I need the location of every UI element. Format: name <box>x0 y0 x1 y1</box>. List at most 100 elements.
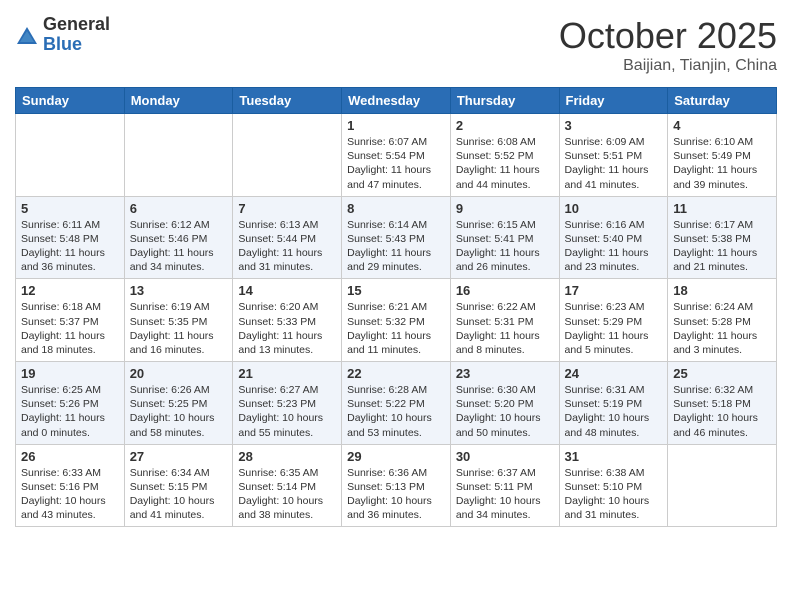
title-block: October 2025 Baijian, Tianjin, China <box>559 15 777 75</box>
day-info: Sunrise: 6:27 AM Sunset: 5:23 PM Dayligh… <box>238 383 336 440</box>
day-number: 24 <box>565 366 663 381</box>
day-info: Sunrise: 6:23 AM Sunset: 5:29 PM Dayligh… <box>565 300 663 357</box>
day-number: 14 <box>238 283 336 298</box>
day-number: 16 <box>456 283 554 298</box>
day-number: 13 <box>130 283 228 298</box>
day-info: Sunrise: 6:35 AM Sunset: 5:14 PM Dayligh… <box>238 466 336 523</box>
day-header-thursday: Thursday <box>450 88 559 114</box>
calendar-cell: 31 Sunrise: 6:38 AM Sunset: 5:10 PM Dayli… <box>559 444 668 527</box>
day-number: 6 <box>130 201 228 216</box>
calendar-cell <box>124 114 233 197</box>
day-header-sunday: Sunday <box>16 88 125 114</box>
header-row: SundayMondayTuesdayWednesdayThursdayFrid… <box>16 88 777 114</box>
day-number: 17 <box>565 283 663 298</box>
logo-blue: Blue <box>43 35 110 55</box>
calendar-cell: 25 Sunrise: 6:32 AM Sunset: 5:18 PM Dayli… <box>668 362 777 445</box>
calendar-cell: 26Sunrise: 6:33 AM Sunset: 5:16 PM Dayli… <box>16 444 125 527</box>
day-number: 8 <box>347 201 445 216</box>
day-number: 28 <box>238 449 336 464</box>
day-number: 25 <box>673 366 771 381</box>
day-number: 20 <box>130 366 228 381</box>
calendar-cell: 9 Sunrise: 6:15 AM Sunset: 5:41 PM Daylig… <box>450 196 559 279</box>
day-number: 18 <box>673 283 771 298</box>
day-info: Sunrise: 6:36 AM Sunset: 5:13 PM Dayligh… <box>347 466 445 523</box>
day-number: 23 <box>456 366 554 381</box>
calendar-cell: 27 Sunrise: 6:34 AM Sunset: 5:15 PM Dayli… <box>124 444 233 527</box>
day-info: Sunrise: 6:38 AM Sunset: 5:10 PM Dayligh… <box>565 466 663 523</box>
location-title: Baijian, Tianjin, China <box>559 57 777 75</box>
calendar-cell: 13 Sunrise: 6:19 AM Sunset: 5:35 PM Dayli… <box>124 279 233 362</box>
day-info: Sunrise: 6:13 AM Sunset: 5:44 PM Dayligh… <box>238 218 336 275</box>
day-info: Sunrise: 6:32 AM Sunset: 5:18 PM Dayligh… <box>673 383 771 440</box>
day-info: Sunrise: 6:07 AM Sunset: 5:54 PM Dayligh… <box>347 135 445 192</box>
calendar-cell: 12 Sunrise: 6:18 AM Sunset: 5:37 PM Dayli… <box>16 279 125 362</box>
day-number: 11 <box>673 201 771 216</box>
calendar-cell: 4 Sunrise: 6:10 AM Sunset: 5:49 PM Daylig… <box>668 114 777 197</box>
calendar-page: General Blue October 2025 Baijian, Tianj… <box>0 0 792 542</box>
day-info: Sunrise: 6:09 AM Sunset: 5:51 PM Dayligh… <box>565 135 663 192</box>
day-number: 12 <box>21 283 119 298</box>
day-number: 29 <box>347 449 445 464</box>
day-header-monday: Monday <box>124 88 233 114</box>
day-number: 9 <box>456 201 554 216</box>
logo-text: General Blue <box>43 15 110 55</box>
day-header-wednesday: Wednesday <box>342 88 451 114</box>
calendar-cell: 29 Sunrise: 6:36 AM Sunset: 5:13 PM Dayli… <box>342 444 451 527</box>
day-number: 5 <box>21 201 119 216</box>
calendar-cell: 24 Sunrise: 6:31 AM Sunset: 5:19 PM Dayli… <box>559 362 668 445</box>
calendar-cell: 11Sunrise: 6:17 AM Sunset: 5:38 PM Dayli… <box>668 196 777 279</box>
calendar-cell: 10 Sunrise: 6:16 AM Sunset: 5:40 PM Dayli… <box>559 196 668 279</box>
day-number: 26 <box>21 449 119 464</box>
day-info: Sunrise: 6:19 AM Sunset: 5:35 PM Dayligh… <box>130 300 228 357</box>
day-info: Sunrise: 6:14 AM Sunset: 5:43 PM Dayligh… <box>347 218 445 275</box>
calendar-cell: 30Sunrise: 6:37 AM Sunset: 5:11 PM Dayli… <box>450 444 559 527</box>
calendar-cell: 8 Sunrise: 6:14 AM Sunset: 5:43 PM Daylig… <box>342 196 451 279</box>
day-info: Sunrise: 6:15 AM Sunset: 5:41 PM Dayligh… <box>456 218 554 275</box>
day-number: 7 <box>238 201 336 216</box>
day-number: 15 <box>347 283 445 298</box>
month-title: October 2025 <box>559 15 777 57</box>
day-number: 3 <box>565 118 663 133</box>
day-info: Sunrise: 6:30 AM Sunset: 5:20 PM Dayligh… <box>456 383 554 440</box>
calendar-cell: 7 Sunrise: 6:13 AM Sunset: 5:44 PM Daylig… <box>233 196 342 279</box>
day-info: Sunrise: 6:10 AM Sunset: 5:49 PM Dayligh… <box>673 135 771 192</box>
logo-icon <box>15 24 39 48</box>
day-number: 21 <box>238 366 336 381</box>
day-number: 31 <box>565 449 663 464</box>
header: General Blue October 2025 Baijian, Tianj… <box>15 15 777 75</box>
day-number: 4 <box>673 118 771 133</box>
calendar-cell: 16 Sunrise: 6:22 AM Sunset: 5:31 PM Dayli… <box>450 279 559 362</box>
day-info: Sunrise: 6:26 AM Sunset: 5:25 PM Dayligh… <box>130 383 228 440</box>
week-row-1: 1 Sunrise: 6:07 AM Sunset: 5:54 PM Daylig… <box>16 114 777 197</box>
week-row-3: 12 Sunrise: 6:18 AM Sunset: 5:37 PM Dayli… <box>16 279 777 362</box>
day-info: Sunrise: 6:25 AM Sunset: 5:26 PM Dayligh… <box>21 383 119 440</box>
calendar-cell: 15Sunrise: 6:21 AM Sunset: 5:32 PM Dayli… <box>342 279 451 362</box>
day-number: 22 <box>347 366 445 381</box>
day-info: Sunrise: 6:34 AM Sunset: 5:15 PM Dayligh… <box>130 466 228 523</box>
calendar-cell: 20 Sunrise: 6:26 AM Sunset: 5:25 PM Dayli… <box>124 362 233 445</box>
day-info: Sunrise: 6:18 AM Sunset: 5:37 PM Dayligh… <box>21 300 119 357</box>
calendar-cell: 21 Sunrise: 6:27 AM Sunset: 5:23 PM Dayli… <box>233 362 342 445</box>
logo-general: General <box>43 15 110 35</box>
day-header-saturday: Saturday <box>668 88 777 114</box>
calendar-cell: 18 Sunrise: 6:24 AM Sunset: 5:28 PM Dayli… <box>668 279 777 362</box>
calendar-cell <box>668 444 777 527</box>
day-info: Sunrise: 6:31 AM Sunset: 5:19 PM Dayligh… <box>565 383 663 440</box>
day-info: Sunrise: 6:11 AM Sunset: 5:48 PM Dayligh… <box>21 218 119 275</box>
day-info: Sunrise: 6:22 AM Sunset: 5:31 PM Dayligh… <box>456 300 554 357</box>
day-number: 27 <box>130 449 228 464</box>
day-info: Sunrise: 6:28 AM Sunset: 5:22 PM Dayligh… <box>347 383 445 440</box>
day-info: Sunrise: 6:08 AM Sunset: 5:52 PM Dayligh… <box>456 135 554 192</box>
week-row-2: 5 Sunrise: 6:11 AM Sunset: 5:48 PM Daylig… <box>16 196 777 279</box>
day-number: 10 <box>565 201 663 216</box>
day-info: Sunrise: 6:16 AM Sunset: 5:40 PM Dayligh… <box>565 218 663 275</box>
day-info: Sunrise: 6:24 AM Sunset: 5:28 PM Dayligh… <box>673 300 771 357</box>
calendar-cell: 6Sunrise: 6:12 AM Sunset: 5:46 PM Daylig… <box>124 196 233 279</box>
calendar-cell <box>16 114 125 197</box>
calendar-cell: 17 Sunrise: 6:23 AM Sunset: 5:29 PM Dayli… <box>559 279 668 362</box>
day-number: 1 <box>347 118 445 133</box>
calendar-cell: 28 Sunrise: 6:35 AM Sunset: 5:14 PM Dayli… <box>233 444 342 527</box>
day-number: 19 <box>21 366 119 381</box>
calendar-cell <box>233 114 342 197</box>
day-number: 2 <box>456 118 554 133</box>
